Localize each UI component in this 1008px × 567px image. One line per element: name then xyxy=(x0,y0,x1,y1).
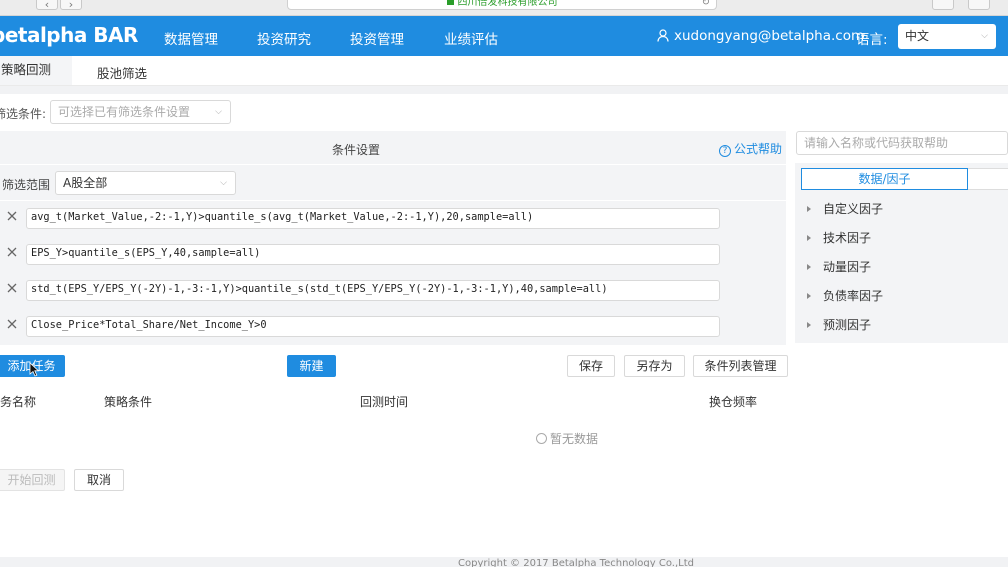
caret-right-icon xyxy=(807,322,811,328)
condition-list-manage-button[interactable]: 条件列表管理 xyxy=(693,355,788,377)
condition-input[interactable]: std_t(EPS_Y/EPS_Y(-2Y)-1,-3:-1,Y)>quanti… xyxy=(26,280,720,301)
address-bar[interactable]: 四川倍发科技有限公司 ↻ xyxy=(287,0,717,10)
tab-placeholder xyxy=(968,168,1008,190)
condition-input[interactable]: Close_Price*Total_Share/Net_Income_Y>0 xyxy=(26,316,720,337)
condition-input[interactable]: EPS_Y>quantile_s(EPS_Y,40,sample=all) xyxy=(26,244,720,265)
top-navigation: betalpha BAR 数据管理 投资研究 投资管理 业绩评估 xudongy… xyxy=(0,16,1008,56)
tree-item-technical-factor[interactable]: 技术因子 xyxy=(807,229,871,246)
tab-stock-pool-filter[interactable]: 股池筛选 xyxy=(97,63,147,82)
close-icon[interactable] xyxy=(6,282,18,294)
caret-right-icon xyxy=(807,264,811,270)
filter-range-row: 筛选范围 A股全部 ⌵ xyxy=(0,165,786,200)
condition-row: std_t(EPS_Y/EPS_Y(-2Y)-1,-3:-1,Y)>quanti… xyxy=(0,273,786,309)
filter-condition-select[interactable]: 可选择已有筛选条件设置 ⌵ xyxy=(50,100,231,124)
range-label: 筛选范围 xyxy=(2,178,51,192)
range-value: A股全部 xyxy=(63,176,108,190)
nav-item-data-management[interactable]: 数据管理 xyxy=(164,28,218,48)
language-select[interactable]: 中文 ⌵ xyxy=(898,24,996,49)
lock-icon xyxy=(446,0,454,5)
divider-band xyxy=(0,86,1008,94)
formula-help-label: 公式帮助 xyxy=(734,142,783,156)
browser-back-button[interactable]: ‹ xyxy=(36,0,58,11)
column-task-name: 务名称 xyxy=(0,395,37,409)
nav-item-investment-research[interactable]: 投资研究 xyxy=(257,28,311,48)
user-icon xyxy=(657,29,669,42)
nav-item-performance-evaluation[interactable]: 业绩评估 xyxy=(444,28,498,48)
caret-right-icon xyxy=(807,293,811,299)
column-rebalance-frequency: 换仓频率 xyxy=(709,395,758,409)
condition-list: avg_t(Market_Value,-2:-1,Y)>quantile_s(a… xyxy=(0,201,786,345)
conditions-title: 条件设置 xyxy=(332,143,381,157)
browser-toolbar: ‹ › 四川倍发科技有限公司 ↻ xyxy=(0,0,1008,16)
logo[interactable]: betalpha BAR xyxy=(0,23,138,47)
condition-input[interactable]: avg_t(Market_Value,-2:-1,Y)>quantile_s(a… xyxy=(26,208,720,229)
close-icon[interactable] xyxy=(6,246,18,258)
address-text: 四川倍发科技有限公司 xyxy=(457,0,558,8)
factor-help-panel: 请输入名称或代码获取帮助 数据/因子 自定义因子 技术因子 动量因子 负债率因子… xyxy=(795,131,1008,344)
save-as-button[interactable]: 另存为 xyxy=(624,355,685,377)
nav-item-investment-management[interactable]: 投资管理 xyxy=(350,28,404,48)
condition-row: avg_t(Market_Value,-2:-1,Y)>quantile_s(a… xyxy=(0,201,786,237)
save-button[interactable]: 保存 xyxy=(567,355,615,377)
new-button[interactable]: 新建 xyxy=(287,355,336,377)
formula-help-link[interactable]: ? 公式帮助 xyxy=(719,140,782,157)
factor-search-input[interactable]: 请输入名称或代码获取帮助 xyxy=(796,131,1008,155)
chevron-down-icon: ⌵ xyxy=(981,31,988,41)
column-strategy-condition: 策略条件 xyxy=(104,395,153,409)
caret-right-icon xyxy=(807,206,811,212)
close-icon[interactable] xyxy=(6,318,18,330)
tree-item-debt-ratio-factor[interactable]: 负债率因子 xyxy=(807,287,883,304)
footer: Copyright © 2017 Betalpha Technology Co.… xyxy=(0,557,1008,567)
empty-state: 暂无数据 xyxy=(536,430,598,447)
column-backtest-time: 回测时间 xyxy=(360,395,409,409)
reload-icon[interactable]: ↻ xyxy=(702,0,710,12)
help-icon: ? xyxy=(719,145,731,157)
filter-placeholder: 可选择已有筛选条件设置 xyxy=(58,105,191,119)
filter-label: 筛选条件: xyxy=(0,107,47,121)
start-backtest-button[interactable]: 开始回测 xyxy=(0,469,65,491)
frown-icon xyxy=(536,433,547,444)
empty-text: 暂无数据 xyxy=(550,432,599,446)
tree-item-momentum-factor[interactable]: 动量因子 xyxy=(807,258,871,275)
task-table-header: 务名称 策略条件 回测时间 换仓频率 xyxy=(0,393,786,409)
conditions-header: 条件设置 ? 公式帮助 xyxy=(0,131,786,164)
language-label: 语言: xyxy=(856,32,888,48)
chevron-down-icon: ⌵ xyxy=(220,178,227,188)
tree-item-custom-factor[interactable]: 自定义因子 xyxy=(807,200,883,217)
copyright-text: Copyright © 2017 Betalpha Technology Co.… xyxy=(458,558,694,567)
chevron-down-icon: ⌵ xyxy=(215,107,222,117)
factor-tree-panel: 数据/因子 自定义因子 技术因子 动量因子 负债率因子 预测因子 xyxy=(795,163,1008,343)
back-icon: ‹ xyxy=(44,0,50,11)
browser-forward-button[interactable]: › xyxy=(60,0,82,11)
mouse-cursor-icon xyxy=(29,362,40,377)
condition-row: EPS_Y>quantile_s(EPS_Y,40,sample=all) xyxy=(0,237,786,273)
sub-tabs: 策略回测 股池筛选 xyxy=(0,56,1008,86)
language-value: 中文 xyxy=(905,29,930,43)
cancel-button[interactable]: 取消 xyxy=(74,469,124,491)
browser-tabs-button[interactable] xyxy=(968,0,990,10)
browser-share-button[interactable] xyxy=(932,0,954,10)
user-email: xudongyang@betalpha.com xyxy=(674,28,865,44)
caret-right-icon xyxy=(807,235,811,241)
tab-strategy-backtest[interactable]: 策略回测 xyxy=(0,56,72,85)
tab-data-factor[interactable]: 数据/因子 xyxy=(801,168,968,190)
tree-item-forecast-factor[interactable]: 预测因子 xyxy=(807,316,871,333)
forward-icon: › xyxy=(68,0,74,11)
condition-row: Close_Price*Total_Share/Net_Income_Y>0 xyxy=(0,309,786,345)
range-select[interactable]: A股全部 ⌵ xyxy=(55,171,236,195)
user-menu[interactable]: xudongyang@betalpha.com xyxy=(657,28,864,44)
close-icon[interactable] xyxy=(6,210,18,222)
